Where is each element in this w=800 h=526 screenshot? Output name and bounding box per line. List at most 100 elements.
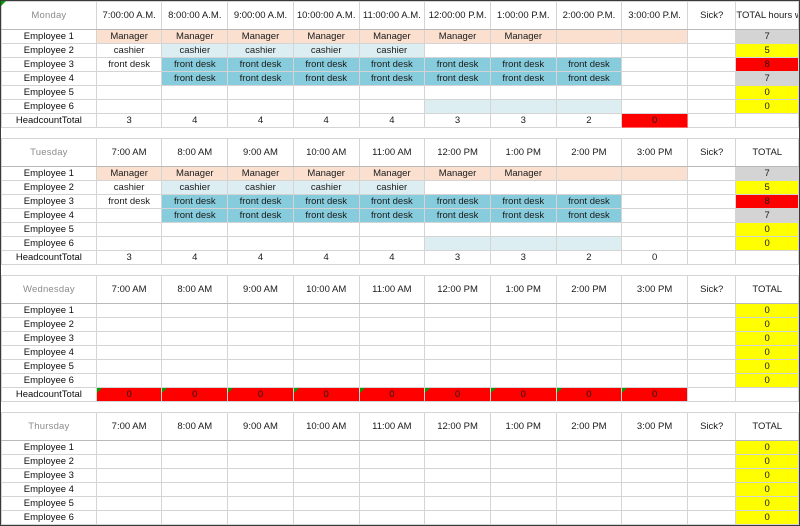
shift-cell[interactable] xyxy=(621,29,688,44)
shift-cell[interactable] xyxy=(621,468,688,483)
shift-cell[interactable]: front desk xyxy=(292,57,360,72)
shift-cell[interactable] xyxy=(227,454,294,469)
shift-cell[interactable]: Manager xyxy=(424,166,491,181)
shift-cell[interactable] xyxy=(489,180,557,195)
shift-cell[interactable] xyxy=(161,373,229,388)
shift-cell[interactable] xyxy=(424,85,491,100)
shift-cell[interactable] xyxy=(489,345,557,360)
sick-cell[interactable] xyxy=(686,222,737,237)
shift-cell[interactable] xyxy=(161,222,229,237)
sick-cell[interactable] xyxy=(686,303,737,318)
shift-cell[interactable]: front desk xyxy=(424,208,491,223)
shift-cell[interactable] xyxy=(358,317,426,332)
shift-cell[interactable]: cashier xyxy=(358,43,426,58)
shift-cell[interactable]: Manager xyxy=(358,166,426,181)
shift-cell[interactable] xyxy=(292,317,360,332)
shift-cell[interactable]: Manager xyxy=(292,166,360,181)
shift-cell[interactable] xyxy=(227,331,294,346)
shift-cell[interactable] xyxy=(292,440,360,455)
shift-cell[interactable]: cashier xyxy=(358,180,426,195)
shift-cell[interactable] xyxy=(555,236,623,251)
shift-cell[interactable]: front desk xyxy=(95,194,163,209)
shift-cell[interactable] xyxy=(489,99,557,114)
shift-cell[interactable]: front desk xyxy=(161,194,229,209)
shift-cell[interactable]: front desk xyxy=(292,208,360,223)
shift-cell[interactable] xyxy=(424,43,491,58)
shift-cell[interactable] xyxy=(555,454,623,469)
shift-cell[interactable] xyxy=(95,303,163,318)
shift-cell[interactable]: Manager xyxy=(424,29,491,44)
shift-cell[interactable] xyxy=(95,496,163,511)
shift-cell[interactable] xyxy=(358,345,426,360)
shift-cell[interactable]: Manager xyxy=(95,29,163,44)
sick-cell[interactable] xyxy=(686,496,737,511)
shift-cell[interactable]: Manager xyxy=(489,166,557,181)
shift-cell[interactable] xyxy=(292,345,360,360)
shift-cell[interactable] xyxy=(227,440,294,455)
shift-cell[interactable] xyxy=(424,482,491,497)
shift-cell[interactable] xyxy=(358,359,426,374)
shift-cell[interactable] xyxy=(227,236,294,251)
sick-cell[interactable] xyxy=(686,331,737,346)
shift-cell[interactable] xyxy=(161,345,229,360)
shift-cell[interactable] xyxy=(292,359,360,374)
shift-cell[interactable] xyxy=(489,236,557,251)
shift-cell[interactable] xyxy=(424,180,491,195)
shift-cell[interactable] xyxy=(489,468,557,483)
shift-cell[interactable] xyxy=(358,331,426,346)
shift-cell[interactable] xyxy=(292,454,360,469)
shift-cell[interactable] xyxy=(555,99,623,114)
shift-cell[interactable] xyxy=(621,496,688,511)
shift-cell[interactable]: Manager xyxy=(161,29,229,44)
shift-cell[interactable] xyxy=(358,85,426,100)
sick-cell[interactable] xyxy=(686,359,737,374)
shift-cell[interactable]: front desk xyxy=(489,208,557,223)
shift-cell[interactable]: front desk xyxy=(161,208,229,223)
shift-cell[interactable] xyxy=(621,194,688,209)
shift-cell[interactable] xyxy=(161,317,229,332)
shift-cell[interactable]: front desk xyxy=(161,57,229,72)
sick-cell[interactable] xyxy=(686,440,737,455)
shift-cell[interactable]: cashier xyxy=(95,180,163,195)
shift-cell[interactable] xyxy=(95,331,163,346)
shift-cell[interactable] xyxy=(621,180,688,195)
shift-cell[interactable] xyxy=(95,71,163,86)
shift-cell[interactable] xyxy=(555,510,623,525)
shift-cell[interactable] xyxy=(95,510,163,525)
shift-cell[interactable] xyxy=(424,236,491,251)
shift-cell[interactable] xyxy=(489,85,557,100)
shift-cell[interactable]: front desk xyxy=(161,71,229,86)
shift-cell[interactable] xyxy=(555,345,623,360)
shift-cell[interactable]: front desk xyxy=(358,71,426,86)
shift-cell[interactable] xyxy=(555,303,623,318)
shift-cell[interactable]: front desk xyxy=(358,57,426,72)
sick-cell[interactable] xyxy=(686,317,737,332)
shift-cell[interactable]: front desk xyxy=(424,57,491,72)
shift-cell[interactable]: front desk xyxy=(95,57,163,72)
shift-cell[interactable] xyxy=(621,373,688,388)
shift-cell[interactable] xyxy=(292,373,360,388)
shift-cell[interactable] xyxy=(227,496,294,511)
shift-cell[interactable] xyxy=(358,236,426,251)
shift-cell[interactable]: front desk xyxy=(489,57,557,72)
shift-cell[interactable] xyxy=(95,373,163,388)
shift-cell[interactable] xyxy=(227,510,294,525)
shift-cell[interactable] xyxy=(227,99,294,114)
shift-cell[interactable]: front desk xyxy=(555,208,623,223)
shift-cell[interactable] xyxy=(161,359,229,374)
shift-cell[interactable] xyxy=(424,359,491,374)
shift-cell[interactable] xyxy=(621,331,688,346)
shift-cell[interactable]: front desk xyxy=(489,71,557,86)
sick-cell[interactable] xyxy=(686,85,737,100)
shift-cell[interactable] xyxy=(621,99,688,114)
shift-cell[interactable]: front desk xyxy=(489,194,557,209)
shift-cell[interactable] xyxy=(555,43,623,58)
shift-cell[interactable] xyxy=(95,85,163,100)
shift-cell[interactable]: Manager xyxy=(227,29,294,44)
shift-cell[interactable] xyxy=(555,496,623,511)
sick-cell[interactable] xyxy=(686,208,737,223)
shift-cell[interactable]: Manager xyxy=(489,29,557,44)
shift-cell[interactable]: front desk xyxy=(555,57,623,72)
shift-cell[interactable] xyxy=(95,440,163,455)
sick-cell[interactable] xyxy=(686,180,737,195)
